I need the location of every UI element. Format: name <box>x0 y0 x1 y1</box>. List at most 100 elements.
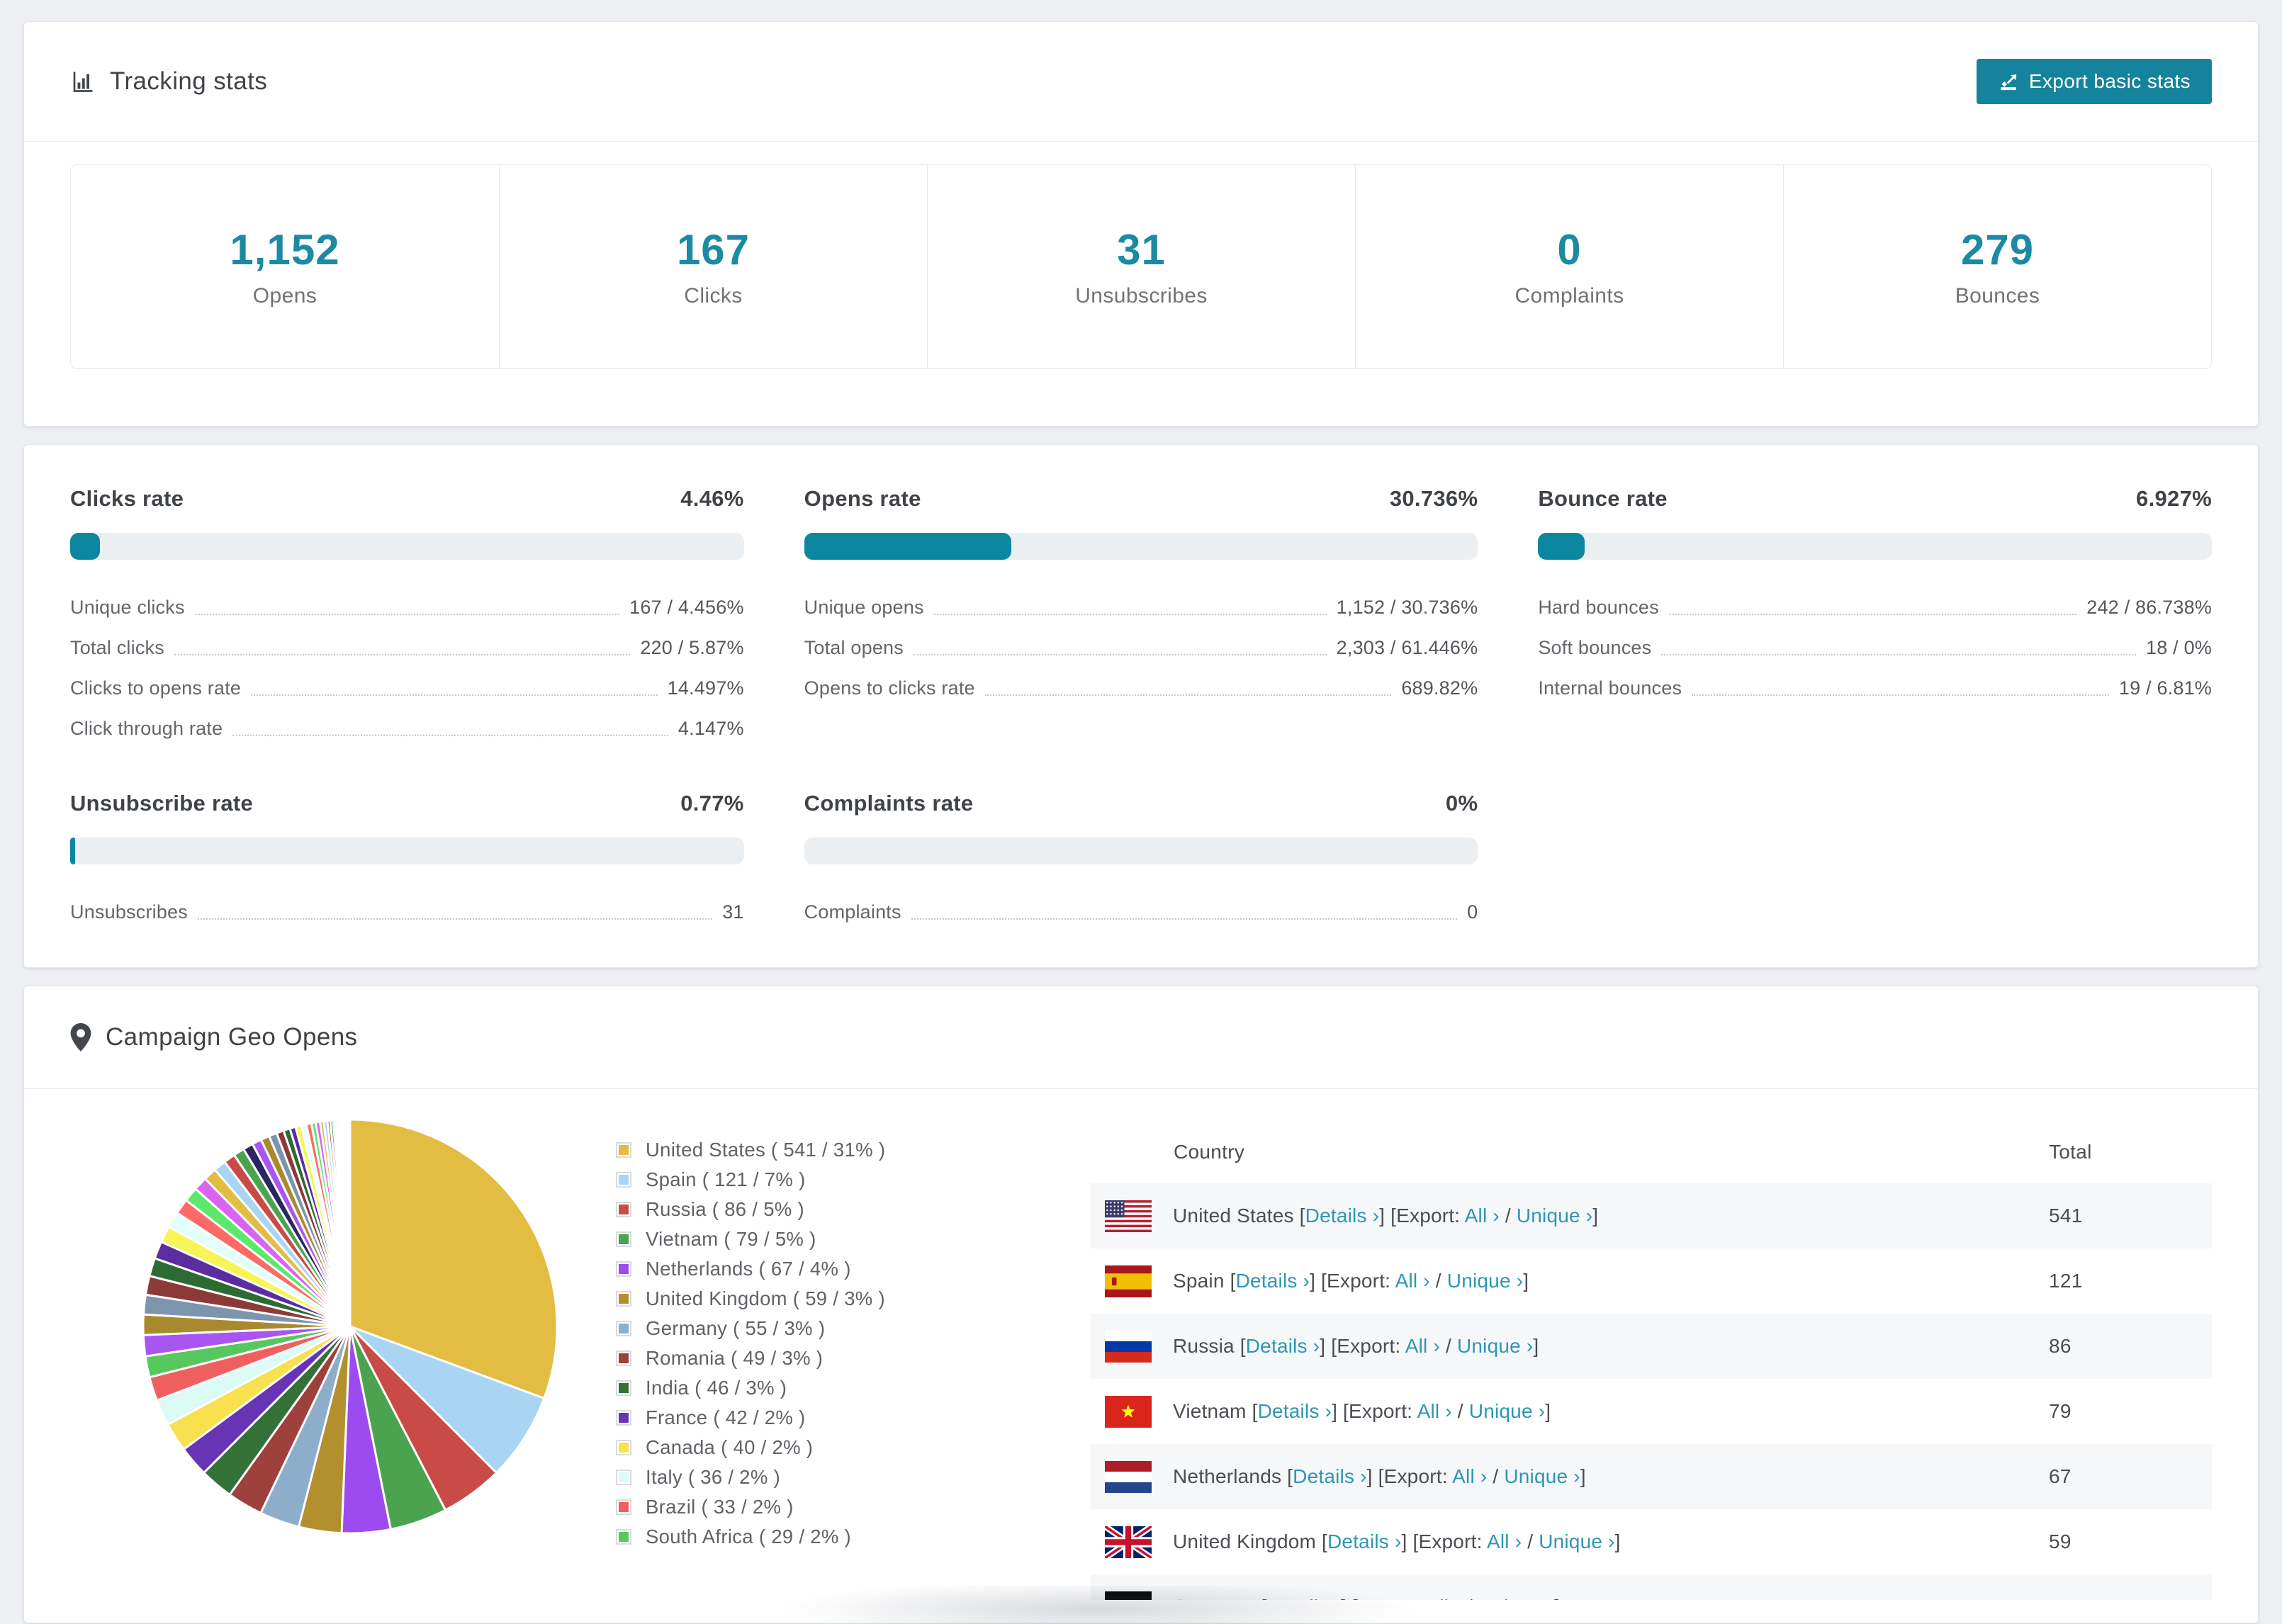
geo-table: Country Total United States [Details ›] … <box>1091 1107 2212 1600</box>
rate-row-label: Opens to clicks rate <box>804 677 975 699</box>
rate-row: Soft bounces 18 / 0% <box>1538 619 2212 659</box>
details-link[interactable]: Details › <box>1327 1530 1402 1552</box>
total-value: 67 <box>2049 1465 2072 1487</box>
legend-label: South Africa ( 29 / 2% ) <box>646 1526 851 1547</box>
rate-leader <box>174 654 631 655</box>
export-unique-link[interactable]: Unique › <box>1517 1205 1592 1227</box>
stat-value: 279 <box>1960 226 2035 274</box>
details-link[interactable]: Details › <box>1236 1270 1310 1292</box>
export-all-link[interactable]: All › <box>1427 1596 1461 1600</box>
country-cell: United Kingdom [Details ›] [Export: All … <box>1173 1530 2049 1553</box>
details-link[interactable]: Details › <box>1267 1596 1342 1600</box>
rate-row: Total opens 2,303 / 61.446% <box>804 619 1478 659</box>
rate-progress-fill <box>70 533 101 560</box>
legend-item: United Kingdom ( 59 / 3% ) <box>616 1284 1020 1314</box>
bracket: ] [ <box>1310 1270 1327 1292</box>
rate-row-value: 242 / 86.738% <box>2086 597 2212 619</box>
rate-row: Unsubscribes 31 <box>70 883 744 923</box>
rate-row-label: Click through rate <box>70 718 223 740</box>
rate-head: Complaints rate 0% <box>804 791 1478 816</box>
export-all-link[interactable]: All › <box>1465 1205 1500 1227</box>
legend-swatch <box>616 1470 631 1485</box>
legend-swatch <box>616 1410 631 1426</box>
flag-de-icon <box>1105 1591 1152 1600</box>
details-link[interactable]: Details › <box>1246 1335 1320 1357</box>
rate-row: Unique clicks 167 / 4.456% <box>70 578 744 619</box>
bracket: ] [ <box>1320 1335 1337 1357</box>
rate-progressbar <box>804 838 1478 864</box>
card-rates: Clicks rate 4.46% Unique clicks 167 / 4.456… <box>23 444 2259 968</box>
export-all-link[interactable]: All › <box>1487 1530 1522 1552</box>
rate-leader <box>251 694 658 696</box>
rate-leader <box>197 918 713 920</box>
stat-label: Complaints <box>1514 284 1624 308</box>
export-unique-link[interactable]: Unique › <box>1478 1596 1554 1600</box>
legend-label: United Kingdom ( 59 / 3% ) <box>646 1287 885 1309</box>
details-link[interactable]: Details › <box>1293 1465 1367 1487</box>
export-unique-link[interactable]: Unique › <box>1457 1335 1533 1357</box>
bracket: ] [ <box>1366 1465 1384 1487</box>
legend-label: France ( 42 / 2% ) <box>646 1406 806 1428</box>
bracket: ] [ <box>1332 1400 1349 1422</box>
flag-es-icon <box>1105 1265 1152 1297</box>
rate-head: Opens rate 30.736% <box>804 486 1478 512</box>
slash: / <box>1451 1400 1469 1422</box>
export-all-link[interactable]: All › <box>1405 1335 1440 1357</box>
export-unique-link[interactable]: Unique › <box>1539 1530 1614 1552</box>
export-unique-link[interactable]: Unique › <box>1469 1400 1545 1422</box>
rate-row-value: 4.147% <box>678 718 744 740</box>
bracket: ] <box>1545 1400 1551 1422</box>
export-unique-link[interactable]: Unique › <box>1504 1465 1580 1487</box>
export-all-link[interactable]: All › <box>1417 1400 1452 1422</box>
rate-progress-fill <box>804 533 1011 560</box>
rate-value: 6.927% <box>2136 486 2212 511</box>
rate-row: Clicks to opens rate 14.497% <box>70 659 744 699</box>
legend-label: Spain ( 121 / 7% ) <box>646 1168 806 1190</box>
legend-swatch <box>616 1380 631 1396</box>
country-cell: Russia [Details ›] [Export: All › / Uniq… <box>1173 1335 2049 1358</box>
rate-section-opens-rate: Opens rate 30.736% Unique opens 1,152 / 30.… <box>804 486 1478 740</box>
tracking-stats-title: Tracking stats <box>110 67 268 95</box>
rate-title: Clicks rate <box>70 486 184 511</box>
rate-section-bounce-rate: Bounce rate 6.927% Hard bounces 242 / 86.73… <box>1538 486 2212 740</box>
flag-ru-icon <box>1105 1330 1152 1363</box>
legend-label: Germany ( 55 / 3% ) <box>646 1317 826 1339</box>
legend-swatch <box>616 1499 631 1515</box>
rate-progressbar <box>1538 533 2212 560</box>
export-basic-stats-button[interactable]: Export basic stats <box>1976 59 2212 104</box>
stat-box: 31 Unsubscribes <box>927 165 1355 368</box>
table-row: United Kingdom [Details ›] [Export: All … <box>1091 1509 2212 1574</box>
export-all-link[interactable]: All › <box>1395 1270 1430 1292</box>
bracket: [ <box>1246 1400 1258 1422</box>
stat-box: 167 Clicks <box>499 165 927 368</box>
details-link[interactable]: Details › <box>1305 1205 1380 1227</box>
export-label: Export: <box>1337 1335 1405 1357</box>
bracket: ] [ <box>1341 1596 1358 1600</box>
country-cell: United States [Details ›] [Export: All ›… <box>1173 1205 2049 1227</box>
total-value: 121 <box>2049 1270 2083 1292</box>
rate-leader <box>911 918 1458 920</box>
legend-swatch <box>616 1529 631 1545</box>
rate-row: Unique opens 1,152 / 30.736% <box>804 578 1478 619</box>
country-name: United Kingdom <box>1173 1530 1317 1552</box>
legend-item: Romania ( 49 / 3% ) <box>616 1343 1020 1373</box>
rate-row: Internal bounces 19 / 6.81% <box>1538 659 2212 699</box>
table-row: Netherlands [Details ›] [Export: All › /… <box>1091 1444 2212 1509</box>
legend-label: Italy ( 36 / 2% ) <box>646 1466 781 1488</box>
details-link[interactable]: Details › <box>1258 1400 1332 1422</box>
legend-label: United States ( 541 / 31% ) <box>646 1139 886 1161</box>
rate-row-label: Total opens <box>804 637 904 659</box>
country-cell: Spain [Details ›] [Export: All › / Uniqu… <box>1173 1270 2049 1292</box>
legend-swatch <box>616 1261 631 1277</box>
export-unique-link[interactable]: Unique › <box>1447 1270 1523 1292</box>
rate-row-label: Internal bounces <box>1538 677 1682 699</box>
bracket: ] <box>1592 1205 1599 1227</box>
rate-head: Clicks rate 4.46% <box>70 486 744 512</box>
rate-section-unsubscribe-rate: Unsubscribe rate 0.77% Unsubscribes 31 <box>70 791 744 923</box>
stats-strip: 1,152 Opens 167 Clicks 31 Unsubscribes 0 Compla… <box>70 164 2212 369</box>
rate-row-value: 167 / 4.456% <box>629 597 744 619</box>
export-label: Export: <box>1383 1465 1453 1487</box>
export-all-link[interactable]: All › <box>1452 1465 1487 1487</box>
table-header: Country Total <box>1091 1121 2212 1183</box>
pie-slice <box>348 1118 352 1328</box>
